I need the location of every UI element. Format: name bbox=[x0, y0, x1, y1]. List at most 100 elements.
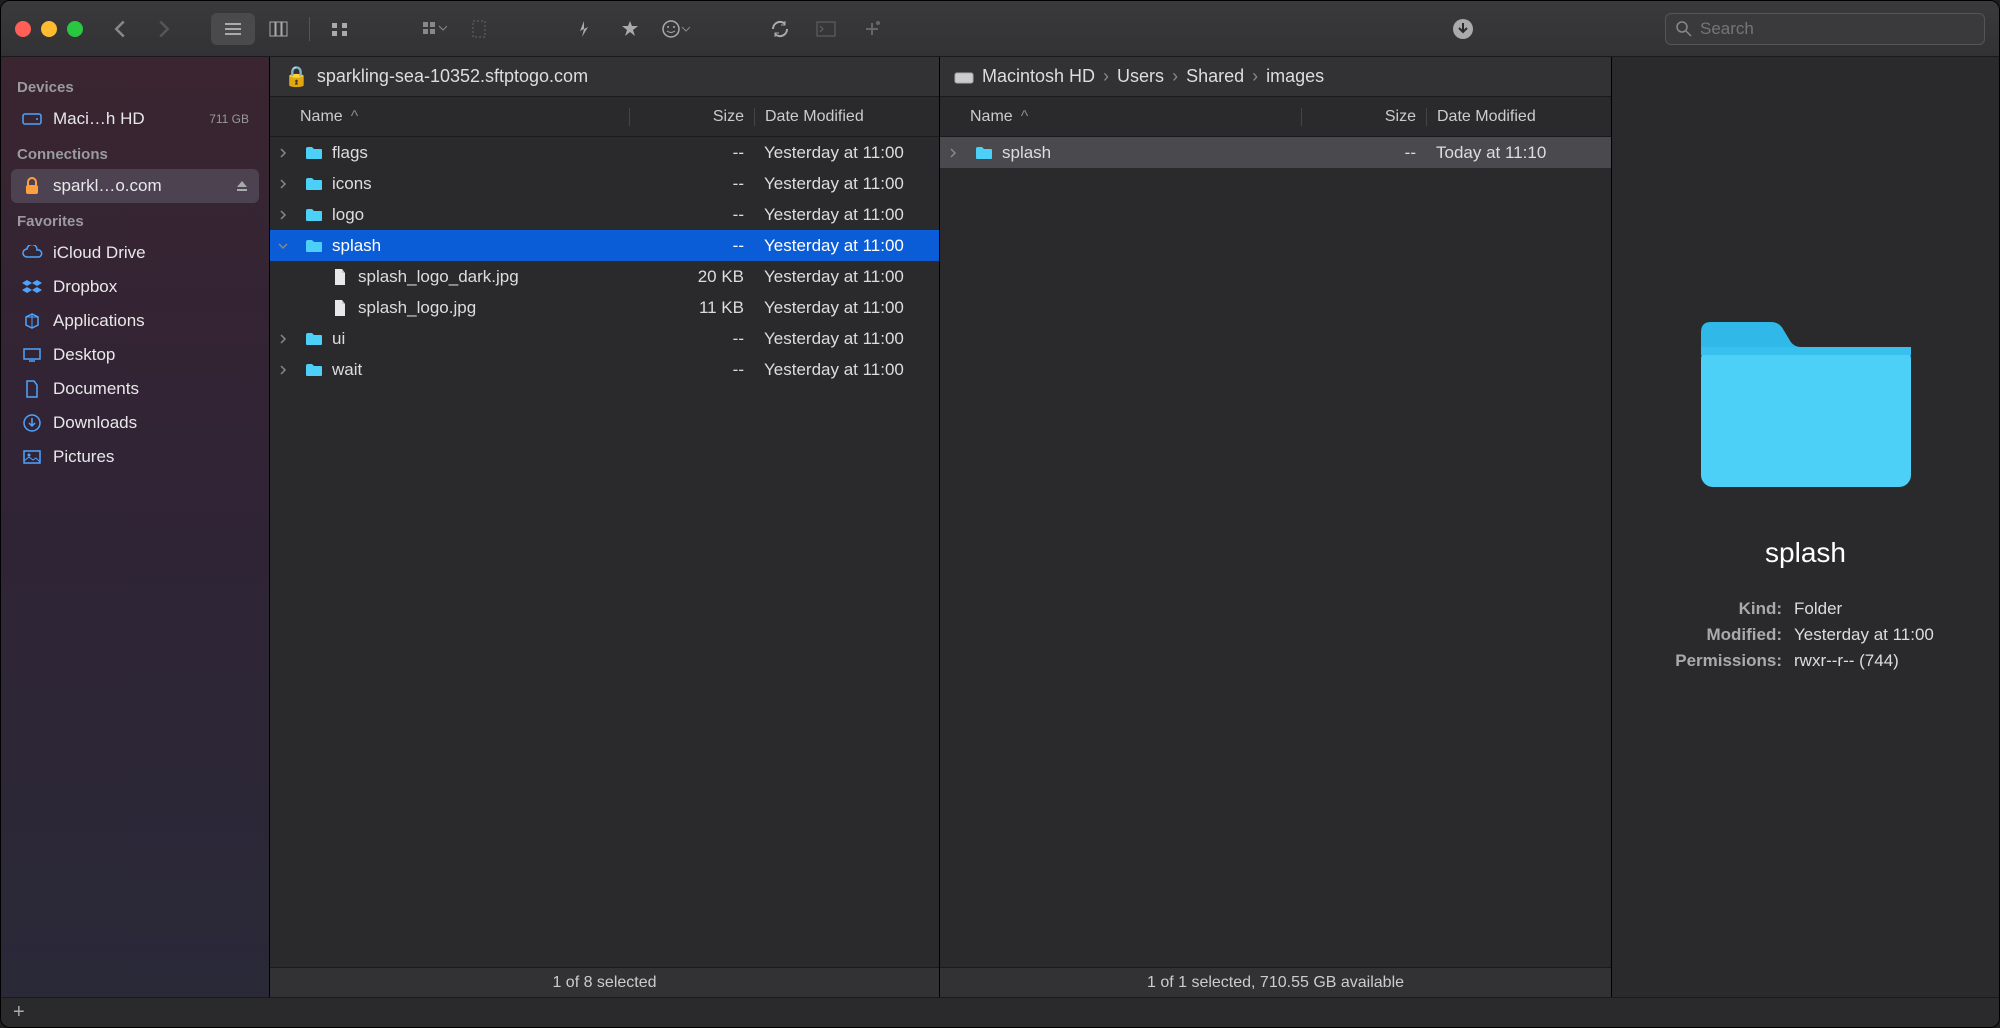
sidebar-item[interactable]: Documents bbox=[11, 372, 259, 406]
sidebar-item[interactable]: Desktop bbox=[11, 338, 259, 372]
meta-value: Folder bbox=[1794, 599, 1842, 619]
sidebar-item-label: Pictures bbox=[53, 447, 114, 467]
folder-row[interactable]: ui--Yesterday at 11:00 bbox=[270, 323, 939, 354]
sidebar-item-label: Downloads bbox=[53, 413, 137, 433]
sidebar-item[interactable]: Pictures bbox=[11, 440, 259, 474]
disclosure-icon[interactable] bbox=[278, 210, 302, 220]
file-date: Yesterday at 11:00 bbox=[754, 267, 939, 287]
download-icon bbox=[21, 412, 43, 434]
sidebar-section-header: Connections bbox=[17, 146, 253, 163]
minimize-button[interactable] bbox=[41, 21, 57, 37]
sort-indicator-icon: ^ bbox=[351, 108, 359, 126]
action-menu-button[interactable] bbox=[412, 13, 456, 45]
new-file-button[interactable] bbox=[458, 13, 502, 45]
column-view-button[interactable] bbox=[257, 13, 301, 45]
sidebar-item[interactable]: Applications bbox=[11, 304, 259, 338]
app-window: Devices Maci…h HD711 GB Connections sparkl…… bbox=[0, 0, 2000, 1028]
chevron-right-icon: › bbox=[1252, 66, 1258, 87]
icon-view-button[interactable] bbox=[318, 13, 362, 45]
folder-icon bbox=[302, 145, 326, 161]
sidebar-item[interactable]: Maci…h HD711 GB bbox=[11, 102, 259, 136]
breadcrumb[interactable]: Users bbox=[1117, 66, 1164, 87]
disclosure-icon[interactable] bbox=[278, 179, 302, 189]
file-date: Yesterday at 11:00 bbox=[754, 143, 939, 163]
folder-row[interactable]: splash--Today at 11:10 bbox=[940, 137, 1611, 168]
col-size-header[interactable]: Size bbox=[629, 108, 754, 126]
file-row[interactable]: splash_logo_dark.jpg20 KBYesterday at 11… bbox=[270, 261, 939, 292]
meta-value: rwxr--r-- (744) bbox=[1794, 651, 1899, 671]
sidebar-section-header: Favorites bbox=[17, 213, 253, 230]
sidebar-item-label: iCloud Drive bbox=[53, 243, 146, 263]
download-button[interactable] bbox=[1441, 13, 1485, 45]
chevron-right-icon: › bbox=[1103, 66, 1109, 87]
disk-icon bbox=[954, 69, 974, 85]
maximize-button[interactable] bbox=[67, 21, 83, 37]
sidebar-item[interactable]: Downloads bbox=[11, 406, 259, 440]
app-icon bbox=[21, 310, 43, 332]
disclosure-icon[interactable] bbox=[278, 334, 302, 344]
search-icon bbox=[1676, 21, 1692, 37]
disclosure-icon[interactable] bbox=[278, 148, 302, 158]
sidebar-item[interactable]: Dropbox bbox=[11, 270, 259, 304]
folder-icon bbox=[302, 238, 326, 254]
sidebar: Devices Maci…h HD711 GB Connections sparkl…… bbox=[1, 57, 269, 997]
sync-button[interactable] bbox=[758, 13, 802, 45]
disclosure-icon[interactable] bbox=[278, 365, 302, 375]
meta-row: Modified: Yesterday at 11:00 bbox=[1642, 625, 1969, 645]
file-name: ui bbox=[332, 329, 629, 349]
folder-row[interactable]: logo--Yesterday at 11:00 bbox=[270, 199, 939, 230]
file-icon bbox=[328, 299, 352, 317]
folder-row[interactable]: icons--Yesterday at 11:00 bbox=[270, 168, 939, 199]
list-view-button[interactable] bbox=[211, 13, 255, 45]
favorite-button[interactable] bbox=[608, 13, 652, 45]
file-row[interactable]: splash_logo.jpg11 KBYesterday at 11:00 bbox=[270, 292, 939, 323]
folder-row[interactable]: flags--Yesterday at 11:00 bbox=[270, 137, 939, 168]
add-button[interactable]: + bbox=[13, 1001, 25, 1024]
lock-icon bbox=[21, 175, 43, 197]
file-date: Yesterday at 11:00 bbox=[754, 360, 939, 380]
disclosure-icon[interactable] bbox=[948, 148, 972, 158]
close-button[interactable] bbox=[15, 21, 31, 37]
file-size: -- bbox=[629, 143, 754, 163]
sidebar-item[interactable]: sparkl…o.com bbox=[11, 169, 259, 203]
back-button[interactable] bbox=[113, 19, 127, 39]
file-date: Yesterday at 11:00 bbox=[754, 329, 939, 349]
sidebar-item[interactable]: iCloud Drive bbox=[11, 236, 259, 270]
meta-value: Yesterday at 11:00 bbox=[1794, 625, 1934, 645]
breadcrumb[interactable]: images bbox=[1266, 66, 1324, 87]
file-size: -- bbox=[629, 174, 754, 194]
file-name: wait bbox=[332, 360, 629, 380]
file-date: Yesterday at 11:00 bbox=[754, 205, 939, 225]
view-mode-group bbox=[211, 13, 362, 45]
folder-row[interactable]: wait--Yesterday at 11:00 bbox=[270, 354, 939, 385]
breadcrumb[interactable]: Macintosh HD bbox=[982, 66, 1095, 87]
disclosure-icon[interactable] bbox=[278, 241, 302, 251]
left-statusbar: 1 of 8 selected bbox=[270, 967, 939, 997]
search-box[interactable] bbox=[1665, 13, 1985, 45]
meta-label: Modified: bbox=[1642, 625, 1782, 645]
eject-icon[interactable] bbox=[235, 179, 249, 193]
left-pathbar: 🔒 sparkling-sea-10352.sftptogo.com bbox=[270, 57, 939, 97]
terminal-button[interactable] bbox=[804, 13, 848, 45]
emoji-menu-button[interactable] bbox=[654, 13, 698, 45]
breadcrumb[interactable]: Shared bbox=[1186, 66, 1244, 87]
col-name-header[interactable]: Name ^ bbox=[270, 108, 629, 126]
quick-connect-button[interactable] bbox=[562, 13, 606, 45]
col-date-header[interactable]: Date Modified bbox=[1426, 108, 1611, 126]
folder-icon bbox=[972, 145, 996, 161]
folder-row[interactable]: splash--Yesterday at 11:00 bbox=[270, 230, 939, 261]
folder-preview-icon bbox=[1691, 307, 1921, 497]
forward-button[interactable] bbox=[157, 19, 171, 39]
search-input[interactable] bbox=[1700, 19, 1974, 39]
col-name-header[interactable]: Name ^ bbox=[940, 108, 1301, 126]
sidebar-item-label: Maci…h HD bbox=[53, 109, 145, 129]
sidebar-item-label: Desktop bbox=[53, 345, 115, 365]
col-date-header[interactable]: Date Modified bbox=[754, 108, 939, 126]
compose-button[interactable] bbox=[850, 13, 894, 45]
nav-arrows bbox=[113, 19, 171, 39]
right-file-list: splash--Today at 11:10 bbox=[940, 137, 1611, 967]
file-size: -- bbox=[629, 360, 754, 380]
sidebar-section-header: Devices bbox=[17, 79, 253, 96]
col-size-header[interactable]: Size bbox=[1301, 108, 1426, 126]
footer: + bbox=[1, 997, 1999, 1027]
